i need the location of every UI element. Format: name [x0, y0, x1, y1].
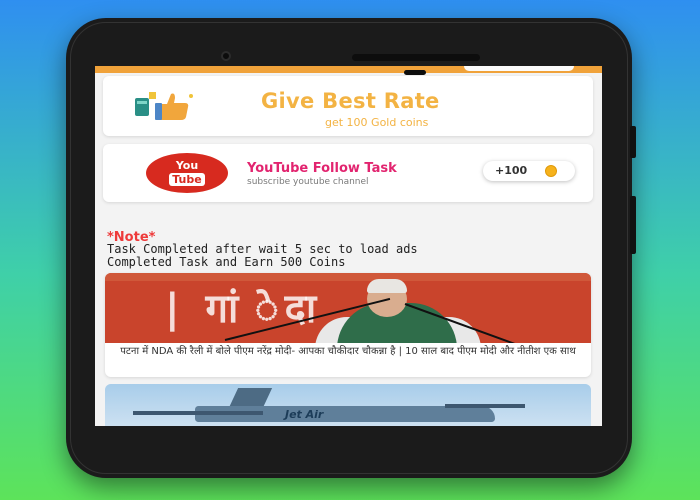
- person-hair: [367, 279, 407, 293]
- volume-button: [630, 196, 636, 254]
- rate-subtitle: get 100 Gold coins: [325, 116, 429, 129]
- thumbs-up-wallet-icon: [135, 92, 193, 120]
- plane-livery-text: Jet Air: [285, 408, 324, 421]
- youtube-task-card[interactable]: You Tube YouTube Follow Task subscribe y…: [103, 144, 593, 202]
- gold-coin-icon: [545, 165, 557, 177]
- news-caption: पटना में NDA की रैली में बोले पीएम नरेंद…: [120, 346, 576, 357]
- earpiece-speaker: [352, 54, 480, 61]
- top-bar-tab: [464, 66, 574, 71]
- proximity-sensor: [404, 70, 426, 75]
- power-button: [630, 126, 636, 158]
- youtube-logo-tube: Tube: [169, 173, 205, 186]
- youtube-logo-icon: You Tube: [146, 153, 228, 193]
- app-screen: Give Best Rate get 100 Gold coins You Tu…: [95, 66, 602, 426]
- reward-amount: +100: [495, 164, 528, 177]
- note-text-line-1: Task Completed after wait 5 sec to load …: [107, 242, 418, 256]
- youtube-logo-you: You: [175, 159, 199, 172]
- youtube-task-subtitle: subscribe youtube channel: [247, 177, 369, 187]
- top-bar: [95, 66, 602, 73]
- plane-wing: [445, 404, 525, 408]
- news-image: | गां ेदा: [105, 273, 591, 343]
- news-card[interactable]: Jet Air: [105, 384, 591, 426]
- news-card[interactable]: | गां ेदा पटना में NDA की रैली में बोले …: [105, 273, 591, 377]
- note-text-line-2: Completed Task and Earn 500 Coins: [107, 255, 346, 269]
- banner-text: | गां ेदा: [165, 286, 323, 332]
- rate-card[interactable]: Give Best Rate get 100 Gold coins: [103, 76, 593, 136]
- plane-wing: [133, 411, 263, 415]
- front-camera: [221, 51, 231, 61]
- rate-title: Give Best Rate: [261, 89, 440, 113]
- reward-pill[interactable]: +100: [483, 161, 575, 181]
- youtube-task-title: YouTube Follow Task: [247, 161, 397, 176]
